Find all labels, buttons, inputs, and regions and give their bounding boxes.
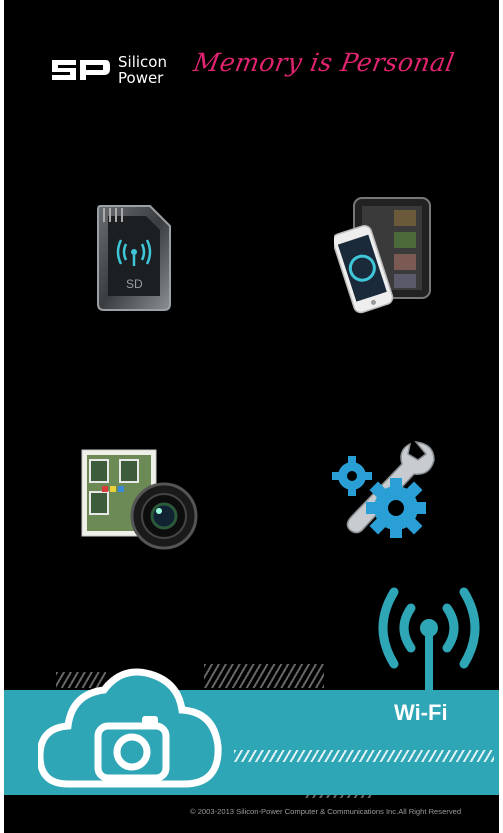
sd-label: SD	[126, 277, 143, 291]
tagline: Memory is Personal	[191, 48, 457, 77]
photo-camera-gallery-icon	[81, 449, 198, 550]
copyright-text: © 2003-2013 Silicon-Power Computer & Com…	[190, 807, 462, 816]
tile-mobile-devices[interactable]	[334, 196, 434, 314]
brand-name: Silicon Power	[118, 52, 167, 87]
sp-logo-icon	[52, 60, 110, 80]
tile-photo-gallery[interactable]	[76, 446, 200, 550]
brand-line1: Silicon	[118, 52, 167, 71]
cloud-camera-icon[interactable]	[38, 660, 228, 790]
settings-tools-icon	[332, 441, 435, 538]
wifi-broadcast-icon	[378, 587, 480, 704]
wifi-label: Wi-Fi	[394, 700, 448, 725]
decor-hatch-white	[234, 750, 494, 762]
tablet-phone-icon	[334, 197, 431, 314]
tile-wifi-sd-card[interactable]: SD	[90, 200, 178, 315]
brand-line2: Power	[118, 68, 164, 87]
brand-logo: Silicon Power	[48, 50, 167, 90]
wifi-sd-card-icon: SD	[97, 205, 171, 311]
tile-settings[interactable]	[330, 436, 440, 542]
app-screen: Silicon Power Memory is Personal SD Wi-F…	[4, 0, 499, 833]
